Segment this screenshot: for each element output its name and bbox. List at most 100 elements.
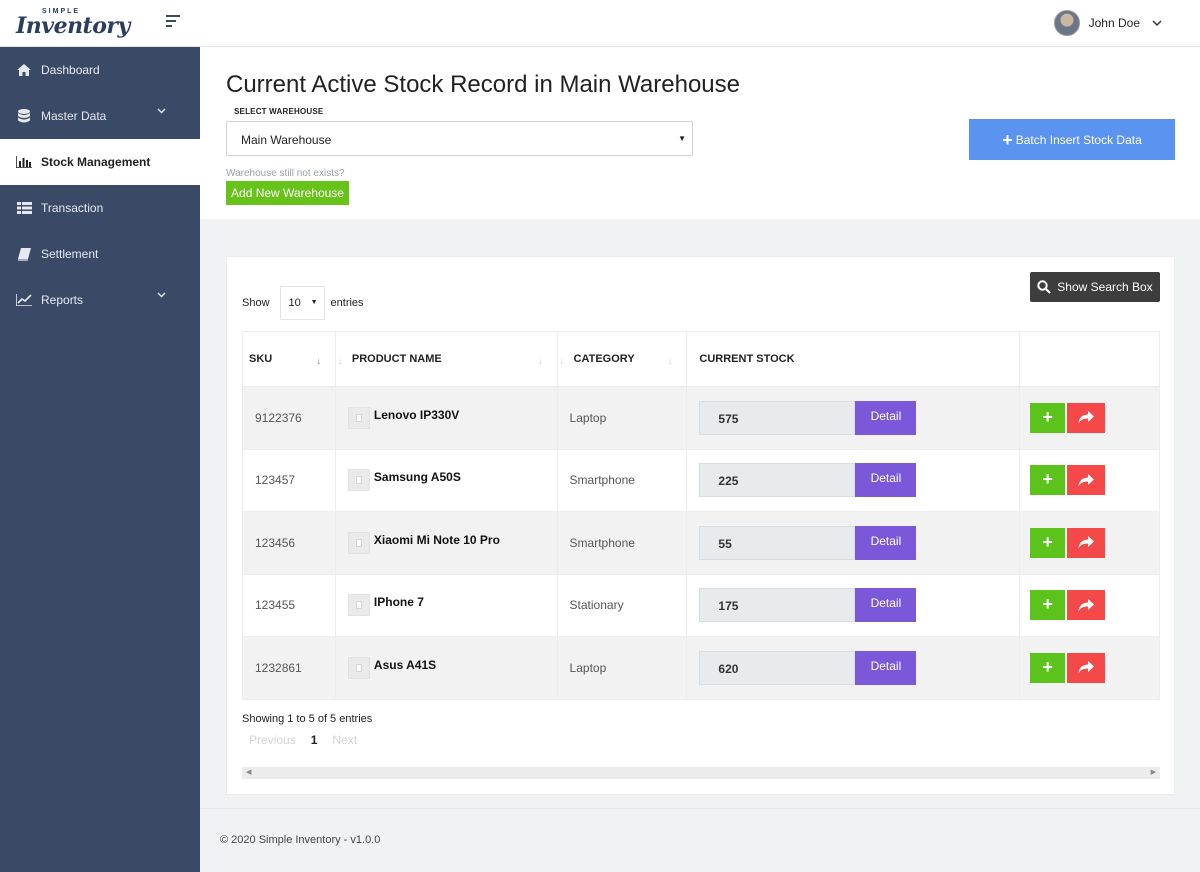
sidebar: Dashboard Master Data Stock Management T… bbox=[0, 47, 200, 872]
user-menu[interactable]: John Doe bbox=[1053, 10, 1162, 36]
page-title: Current Active Stock Record in Main Ware… bbox=[226, 71, 740, 98]
table-row: 123456 Xiaomi Mi Note 10 Pro Smartphone … bbox=[242, 511, 1160, 574]
stock-value: 575 bbox=[699, 400, 856, 435]
page-1-button[interactable]: 1 bbox=[311, 733, 318, 747]
entries-select[interactable]: 10 ▼ bbox=[279, 286, 325, 320]
add-stock-button[interactable]: + bbox=[1030, 527, 1066, 558]
book-icon bbox=[15, 247, 33, 261]
scroll-right-icon[interactable]: ▶ bbox=[1151, 768, 1156, 776]
show-label: Show bbox=[242, 297, 270, 309]
add-stock-button[interactable]: + bbox=[1030, 652, 1066, 683]
actions-cell: + bbox=[1019, 386, 1160, 449]
plus-icon: + bbox=[1002, 129, 1013, 150]
database-icon bbox=[15, 109, 33, 123]
product-name: Lenovo IP330V bbox=[373, 407, 460, 422]
table-row: 9122376 Lenovo IP330V Laptop 575 Detail + bbox=[242, 386, 1160, 449]
product-name-cell: Xiaomi Mi Note 10 Pro bbox=[335, 511, 558, 574]
actions-cell: + bbox=[1019, 573, 1160, 637]
previous-page-button[interactable]: Previous bbox=[249, 733, 296, 747]
detail-button[interactable]: Detail bbox=[855, 525, 917, 560]
table-row: 123455 IPhone 7 Stationary 175 Detail + bbox=[242, 573, 1160, 637]
add-stock-button[interactable]: + bbox=[1030, 465, 1066, 496]
sku-cell: 123455 bbox=[242, 573, 336, 637]
detail-button[interactable]: Detail bbox=[855, 588, 917, 623]
share-arrow-icon bbox=[1078, 598, 1095, 612]
detail-button[interactable]: Detail bbox=[855, 650, 917, 685]
column-header-product-name[interactable]: ↓ PRODUCT NAME ↓ bbox=[335, 331, 558, 387]
sidebar-item-stock-management[interactable]: Stock Management bbox=[0, 139, 200, 185]
sidebar-item-settlement[interactable]: Settlement bbox=[0, 231, 200, 277]
product-name: Samsung A50S bbox=[373, 470, 461, 485]
detail-button[interactable]: Detail bbox=[855, 400, 917, 435]
list-icon bbox=[15, 202, 33, 214]
sort-icon: ↓ bbox=[337, 356, 343, 366]
next-page-button[interactable]: Next bbox=[332, 733, 357, 747]
sort-icon: ↓ bbox=[667, 356, 673, 366]
warehouse-hint: Warehouse still not exists? bbox=[226, 168, 345, 179]
product-name: Asus A41S bbox=[373, 657, 437, 672]
page-header: Current Active Stock Record in Main Ware… bbox=[200, 47, 1200, 219]
add-warehouse-button[interactable]: Add New Warehouse bbox=[226, 181, 349, 205]
stock-value: 55 bbox=[699, 525, 856, 560]
sidebar-item-label: Reports bbox=[41, 293, 84, 307]
category-cell: Smartphone bbox=[557, 511, 688, 574]
scroll-left-icon[interactable]: ◀ bbox=[246, 768, 251, 776]
product-image-icon bbox=[347, 594, 370, 617]
product-name-cell: Asus A41S bbox=[335, 636, 558, 700]
product-image-icon bbox=[347, 406, 370, 429]
transfer-button[interactable] bbox=[1067, 652, 1106, 683]
actions-cell: + bbox=[1019, 636, 1160, 700]
sidebar-item-transaction[interactable]: Transaction bbox=[0, 185, 200, 231]
share-arrow-icon bbox=[1078, 536, 1095, 549]
entries-label: entries bbox=[330, 297, 364, 309]
product-name: Xiaomi Mi Note 10 Pro bbox=[373, 532, 500, 547]
table-header-row: SKU ↓ ↓ PRODUCT NAME ↓ ↓ CATEGORY ↓ CURRENT S… bbox=[242, 331, 1160, 387]
sidebar-item-label: Master Data bbox=[41, 109, 107, 123]
add-stock-button[interactable]: + bbox=[1030, 402, 1066, 433]
sku-cell: 123457 bbox=[242, 448, 336, 512]
category-cell: Laptop bbox=[557, 636, 688, 700]
column-header-category[interactable]: ↓ CATEGORY ↓ bbox=[557, 331, 688, 387]
transfer-button[interactable] bbox=[1067, 590, 1106, 621]
app-logo[interactable]: SIMPLE Inventory bbox=[16, 6, 130, 40]
sort-down-icon: ↓ bbox=[316, 356, 321, 366]
table-row: 123457 Samsung A50S Smartphone 225 Detail… bbox=[242, 448, 1160, 512]
sku-cell: 9122376 bbox=[242, 386, 336, 449]
caret-down-icon: ▼ bbox=[310, 299, 318, 306]
batch-insert-button[interactable]: + Batch Insert Stock Data bbox=[969, 119, 1175, 160]
chevron-down-icon bbox=[157, 292, 166, 298]
line-chart-icon bbox=[15, 294, 33, 306]
sidebar-item-master-data[interactable]: Master Data bbox=[0, 93, 200, 139]
stock-value: 225 bbox=[699, 463, 856, 498]
detail-button[interactable]: Detail bbox=[855, 463, 917, 498]
share-arrow-icon bbox=[1078, 661, 1095, 674]
sidebar-item-dashboard[interactable]: Dashboard bbox=[0, 47, 200, 93]
horizontal-scrollbar[interactable]: ◀ ▶ bbox=[242, 767, 1160, 779]
chevron-down-icon bbox=[1152, 19, 1162, 26]
stock-cell: 55 Detail bbox=[686, 511, 1021, 574]
transfer-button[interactable] bbox=[1067, 465, 1106, 496]
stock-cell: 620 Detail bbox=[686, 636, 1021, 700]
product-image-icon bbox=[347, 469, 370, 492]
user-name: John Doe bbox=[1088, 16, 1140, 30]
actions-cell: + bbox=[1019, 511, 1160, 574]
entries-length-control: Show 10 ▼ entries bbox=[242, 286, 364, 320]
product-image-icon bbox=[347, 531, 370, 554]
caret-down-icon: ▼ bbox=[678, 134, 686, 143]
logo-big-text: Inventory bbox=[16, 13, 130, 39]
menu-toggle-icon[interactable] bbox=[166, 15, 182, 29]
footer: © 2020 Simple Inventory - v1.0.0 bbox=[200, 808, 1200, 872]
category-cell: Stationary bbox=[557, 573, 688, 637]
category-cell: Laptop bbox=[557, 386, 688, 449]
warehouse-select[interactable]: Main Warehouse ▼ bbox=[226, 121, 693, 156]
column-header-current-stock: CURRENT STOCK bbox=[686, 331, 1021, 387]
transfer-button[interactable] bbox=[1067, 402, 1106, 433]
column-header-sku[interactable]: SKU ↓ bbox=[242, 331, 336, 387]
sidebar-item-reports[interactable]: Reports bbox=[0, 277, 200, 323]
top-bar: SIMPLE Inventory John Doe bbox=[0, 0, 1200, 47]
add-stock-button[interactable]: + bbox=[1030, 590, 1066, 621]
stock-cell: 225 Detail bbox=[686, 448, 1021, 512]
show-search-box-button[interactable]: Show Search Box bbox=[1030, 272, 1160, 302]
transfer-button[interactable] bbox=[1067, 527, 1106, 558]
product-name-cell: Lenovo IP330V bbox=[335, 386, 558, 449]
